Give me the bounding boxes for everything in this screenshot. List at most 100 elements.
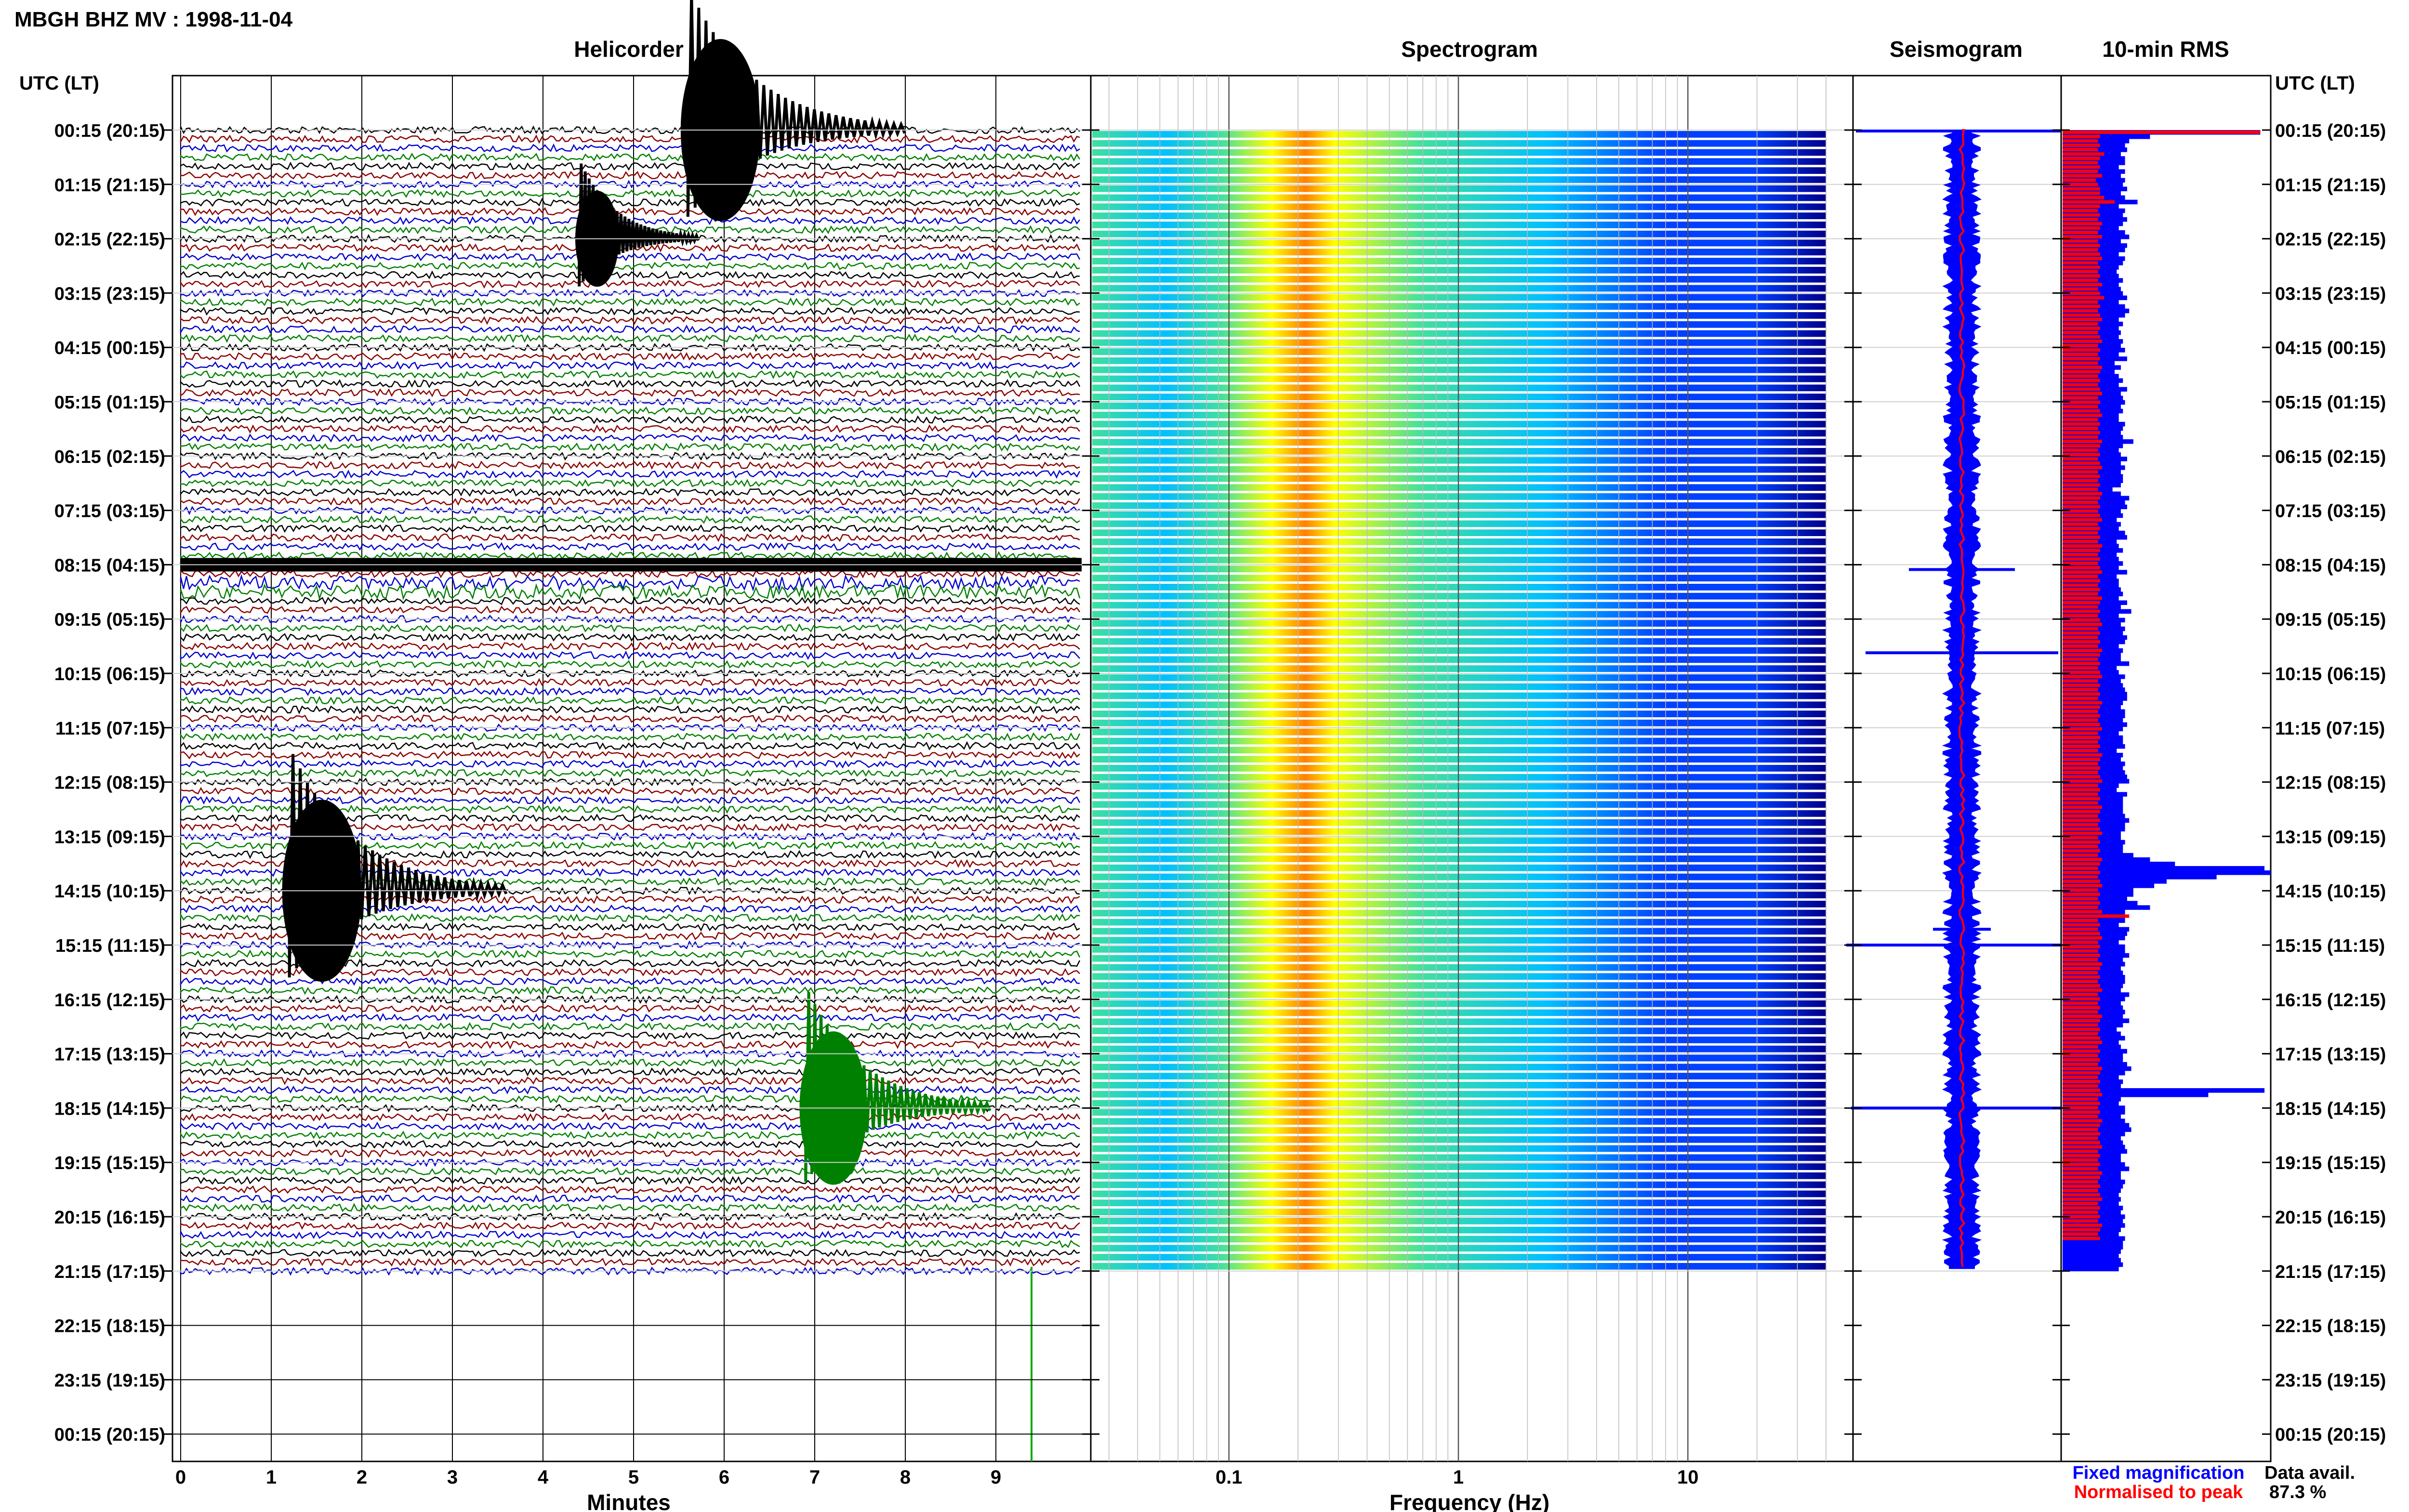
data-availability-value: 87.3 % [2269,1482,2326,1502]
rms-normalised-bar [2063,958,2098,961]
rms-normalised-bar [2063,457,2098,461]
rms-normalised-bar [2063,1079,2100,1084]
spectrogram-row [1092,547,1826,554]
rms-normalised-bar [2063,1115,2098,1118]
rms-normalised-bar [2063,252,2100,256]
time-tick-left: 15:15 (11:15) [55,936,165,956]
helicorder-x-tick: 6 [719,1467,729,1488]
rms-normalised-bar [2063,326,2100,330]
rms-normalised-bar [2063,1036,2100,1040]
spectrogram-row [1092,647,1826,654]
rms-normalised-bar [2063,1162,2100,1166]
time-tick-right: 20:15 (16:15) [2275,1208,2386,1228]
spectrogram-row [1092,1190,1826,1197]
spectrogram-row [1092,222,1826,228]
spectrogram-row [1092,638,1826,645]
rms-normalised-bar [2063,383,2098,387]
rms-normalised-bar [2063,435,2098,439]
legend-normalised-to-peak: Normalised to peak [2074,1482,2243,1502]
seismogram-spike [1933,928,1991,931]
spectrogram-row [1092,1082,1826,1089]
spectrogram-row [1092,901,1826,907]
rms-normalised-bar [2063,483,2100,487]
time-tick-left: 06:15 (02:15) [54,447,165,467]
spectrogram-row [1092,1009,1826,1016]
spectrogram-row [1092,212,1826,219]
rms-normalised-bar [2063,844,2098,848]
time-tick-right: 11:15 (07:15) [2275,719,2385,739]
rms-normalised-bar [2063,1158,2098,1162]
spectrogram-row [1092,294,1826,301]
spectrogram-row [1092,167,1826,174]
rms-normalised-bar [2063,662,2100,666]
spectrogram-row [1092,502,1826,509]
rms-normalised-bar [2063,801,2098,805]
rms-normalised-bar [2063,474,2100,478]
rms-normalised-bar [2063,831,2103,835]
rms-normalised-bar [2063,387,2100,391]
rms-normalised-bar [2063,1075,2098,1079]
time-tick-left: 11:15 (07:15) [55,719,165,739]
rms-normalised-bar [2063,679,2098,683]
rms-normalised-bar [2063,653,2100,657]
rms-normalised-bar [2063,588,2100,592]
spectrogram-row [1092,882,1826,890]
spectrogram-row [1092,1172,1826,1179]
time-tick-left: 00:15 (20:15) [54,1425,165,1445]
spectrogram-x-tick: 0.1 [1216,1467,1243,1488]
rms-normalised-bar [2063,1228,2100,1232]
rms-normalised-bar [2063,239,2098,243]
rms-normalised-bar [2063,684,2100,687]
rms-normalised-bar [2063,426,2098,430]
spectrogram-row [1092,457,1826,464]
rms-normalised-bar [2063,605,2098,609]
rms-normalised-bar [2063,640,2100,644]
time-tick-right: 06:15 (02:15) [2275,447,2386,467]
spectrogram-row [1092,909,1826,917]
time-tick-right: 21:15 (17:15) [2275,1262,2386,1282]
rms-normalised-bar [2063,744,2100,748]
rms-normalised-bar [2063,692,2100,696]
rms-normalised-bar [2063,1236,2100,1240]
spectrogram-row [1092,973,1826,980]
spectrogram-row [1092,403,1826,409]
rms-normalised-bar [2063,409,2100,413]
spectrogram-row [1092,239,1826,247]
rms-normalised-bar [2063,579,2100,583]
rms-normalised-bar [2063,392,2103,395]
rms-normalised-bar [2063,1045,2098,1049]
spectrogram-row [1092,810,1826,817]
rms-normalised-bar [2063,161,2098,165]
time-tick-right: 05:15 (01:15) [2275,393,2386,413]
rms-normalised-bar [2063,901,2100,905]
rms-normalised-bar [2063,753,2103,757]
panel-title-rms: 10-min RMS [2102,37,2229,62]
rms-normalised-bar [2063,1062,2098,1066]
spectrogram-row [1092,1218,1826,1224]
rms-normalised-bar [2063,810,2100,814]
panel-title-seismogram: Seismogram [1890,37,2023,62]
rms-normalised-bar [2063,1058,2100,1062]
rms-normalised-bar [2063,1180,2098,1183]
spectrogram-row [1092,792,1826,799]
rms-normalised-bar [2063,971,2098,974]
spectrogram-row [1092,1145,1826,1152]
spectrogram-row [1092,828,1826,835]
rms-normalised-bar [2063,413,2103,417]
time-tick-right: 22:15 (18:15) [2275,1316,2386,1337]
rms-normalised-bar [2063,204,2100,208]
spectrogram-row [1092,1000,1826,1007]
rms-normalised-bar [2063,1027,2100,1031]
helicorder-x-tick: 3 [447,1467,458,1488]
rms-normalised-bar [2063,244,2100,248]
time-tick-right: 12:15 (08:15) [2275,773,2386,793]
rms-normalised-bar [2063,361,2098,365]
rms-normalised-bar [2063,330,2098,334]
rms-normalised-bar [2063,635,2098,639]
rms-normalised-bar [2063,936,2103,940]
spectrogram-row [1092,1136,1826,1143]
spectrogram-row [1092,710,1826,717]
rms-normalised-bar [2063,431,2100,434]
spectrogram-row [1092,448,1826,455]
time-tick-left: 22:15 (18:15) [54,1316,165,1337]
